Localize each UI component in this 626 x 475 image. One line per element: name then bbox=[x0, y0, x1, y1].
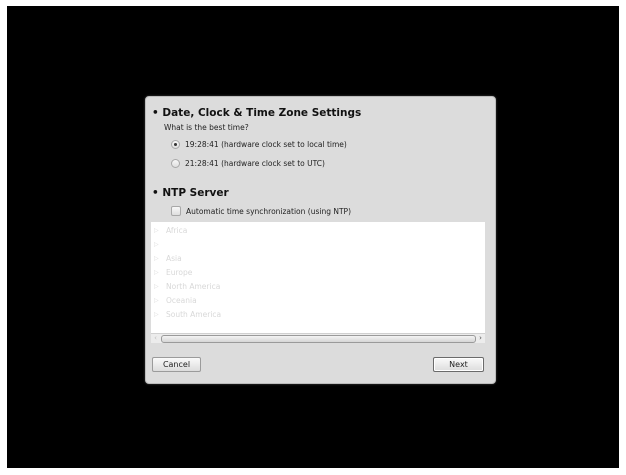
utc-time-option[interactable]: 21:28:41 (hardware clock set to UTC) bbox=[171, 157, 325, 169]
local-time-label: 19:28:41 (hardware clock set to local ti… bbox=[185, 139, 347, 149]
scroll-left-icon[interactable]: ‹ bbox=[151, 334, 160, 343]
scroll-right-icon[interactable]: › bbox=[476, 334, 485, 343]
tree-item[interactable]: ▷ Africa bbox=[154, 224, 187, 236]
tree-item[interactable]: ▷ Oceania bbox=[154, 294, 197, 306]
scrollbar-thumb[interactable] bbox=[161, 335, 476, 343]
ntp-section-heading: NTP Server bbox=[162, 187, 229, 199]
tree-item[interactable]: ▷ North America bbox=[154, 280, 220, 292]
best-time-question: What is the best time? bbox=[164, 123, 249, 132]
triangle-right-icon: ▷ bbox=[154, 254, 159, 262]
tree-item[interactable]: ▷ South America bbox=[154, 308, 221, 320]
utc-time-label: 21:28:41 (hardware clock set to UTC) bbox=[185, 158, 325, 168]
ntp-sync-label: Automatic time synchronization (using NT… bbox=[186, 206, 351, 216]
timezone-region-tree[interactable]: ▷ Africa ▷ ▷ Asia ▷ Europe ▷ North Ameri… bbox=[151, 222, 485, 334]
cancel-button[interactable]: Cancel bbox=[152, 357, 201, 372]
next-button[interactable]: Next bbox=[433, 357, 484, 372]
triangle-right-icon: ▷ bbox=[154, 268, 159, 276]
triangle-right-icon: ▷ bbox=[154, 310, 159, 318]
section-bullet: • bbox=[152, 187, 159, 199]
tree-item-label: Europe bbox=[166, 267, 193, 277]
tree-item[interactable]: ▷ Europe bbox=[154, 266, 192, 278]
ntp-section-title: • NTP Server bbox=[152, 187, 229, 199]
tree-item-label: South America bbox=[166, 309, 222, 319]
section-bullet: • bbox=[152, 107, 159, 119]
tree-item[interactable]: ▷ Asia bbox=[154, 252, 182, 264]
horizontal-scrollbar[interactable]: ‹ › bbox=[151, 333, 485, 343]
triangle-right-icon: ▷ bbox=[154, 240, 159, 248]
datetime-section-heading: Date, Clock & Time Zone Settings bbox=[162, 107, 362, 119]
tree-item-label: Asia bbox=[166, 253, 182, 263]
radio-unselected-icon[interactable] bbox=[171, 158, 180, 168]
tree-item-label: Oceania bbox=[166, 295, 197, 305]
local-time-option[interactable]: 19:28:41 (hardware clock set to local ti… bbox=[171, 138, 347, 150]
tree-item-label: Africa bbox=[166, 225, 188, 235]
ntp-sync-option[interactable]: Automatic time synchronization (using NT… bbox=[171, 205, 351, 217]
triangle-right-icon: ▷ bbox=[154, 296, 159, 304]
tree-item-label: North America bbox=[166, 281, 221, 291]
timezone-settings-dialog: • Date, Clock & Time Zone Settings What … bbox=[145, 96, 496, 384]
triangle-right-icon: ▷ bbox=[154, 226, 159, 234]
datetime-section-title: • Date, Clock & Time Zone Settings bbox=[152, 107, 361, 119]
checkbox-icon[interactable] bbox=[171, 206, 181, 216]
tree-item[interactable]: ▷ bbox=[154, 238, 166, 250]
triangle-right-icon: ▷ bbox=[154, 282, 159, 290]
radio-selected-icon[interactable] bbox=[171, 139, 180, 149]
